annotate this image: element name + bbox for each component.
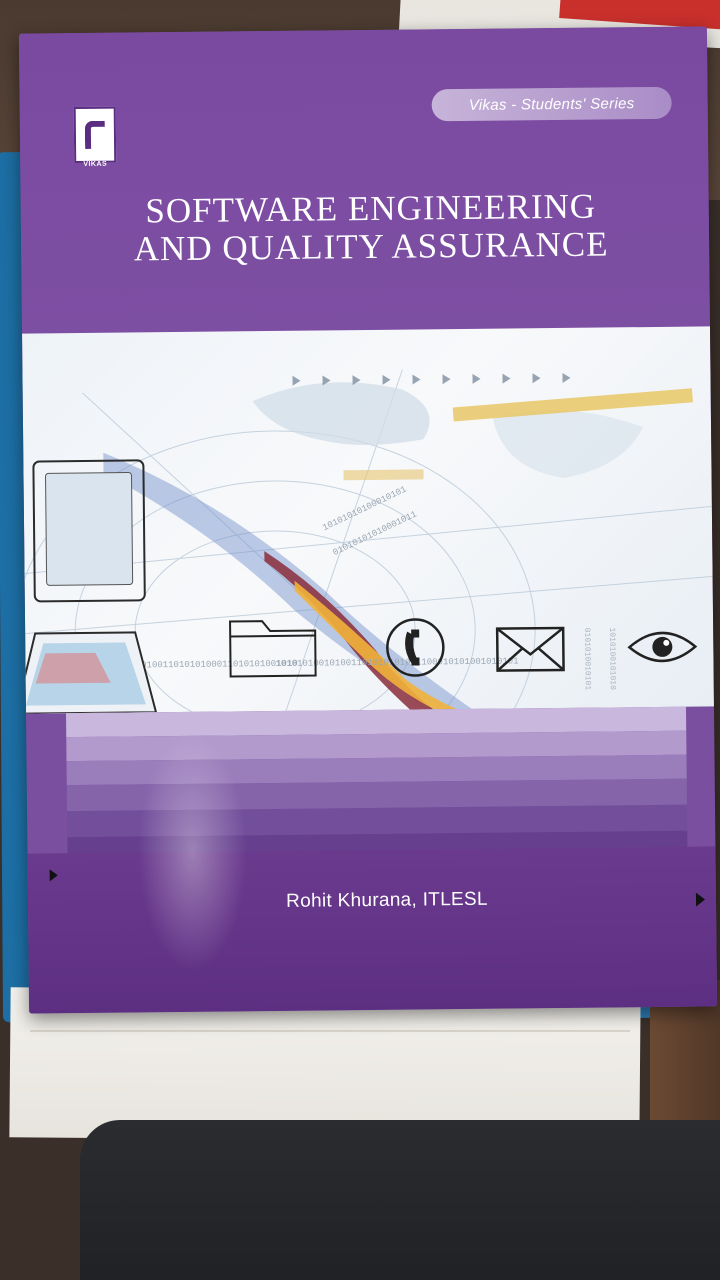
series-badge: Vikas - Students' Series [431,86,672,122]
paper-edge-line [30,1030,630,1032]
svg-text:0101010010101: 0101010010101 [582,628,592,691]
publisher-logo [73,106,117,164]
eye-icon [627,631,698,663]
book-cover: VIKAS Vikas - Students' Series SOFTWARE … [18,26,718,1014]
arrow-left-icon [49,869,58,882]
cover-bottom-band [27,846,718,1014]
cover-artwork-graphics: 0101000101010101001101010100011010101001… [22,369,713,714]
arrow-right-icon [695,892,706,907]
book-title: SOFTWARE ENGINEERING AND QUALITY ASSURAN… [91,187,652,269]
photo-scene: VIKAS Vikas - Students' Series SOFTWARE … [0,0,720,1280]
logo-mark-icon [84,120,106,149]
cover-artwork: 0101000101010101001101010100011010101001… [22,326,714,714]
dark-cloth [80,1120,720,1280]
publisher-logo-text: VIKAS [83,160,108,168]
light-glare [136,731,249,973]
cover-top-band [18,26,710,334]
binary-columns: 0101010010101 1010100101010 [582,627,617,690]
map-shape [492,410,644,478]
yellow-streak-small [343,469,424,481]
book-title-line2: AND QUALITY ASSURANCE [133,224,609,269]
map-shape [252,382,430,445]
svg-text:1010100101010: 1010100101010 [607,627,617,690]
